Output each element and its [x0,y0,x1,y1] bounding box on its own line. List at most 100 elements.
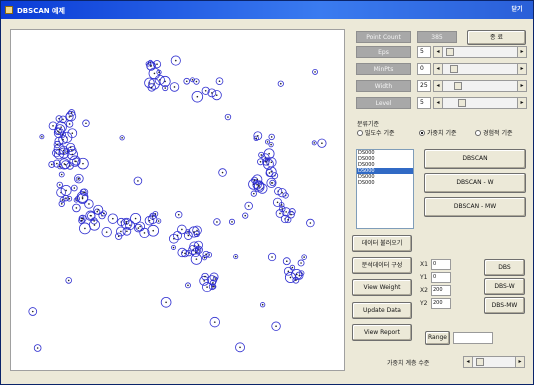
point-dot [281,191,283,194]
weight-level-slider[interactable]: ◂ ▸ [463,356,525,368]
view-report-button[interactable]: View Report [352,324,412,341]
param-label-3: Level [356,97,411,109]
range-input[interactable] [453,332,493,344]
y1-input[interactable]: 0 [431,272,451,283]
slider-right-arrow-icon[interactable]: ▸ [517,64,526,74]
point-dot [81,196,84,198]
point-dot [59,165,61,168]
radio-density[interactable]: 밀도수 기준 [357,128,395,137]
exit-button[interactable]: 종 료 [467,30,526,45]
param-label-0: Eps [356,46,411,58]
point-dot [137,227,140,229]
point-dot [69,165,71,167]
point-dot [214,278,217,280]
point-dot [62,118,64,121]
param-label-2: Width [356,80,411,92]
point-dot [154,213,157,215]
point-dot [300,262,302,264]
dbs-mw-button[interactable]: DBS-MW [484,297,525,314]
point-dot [258,186,260,188]
point-dot [80,219,83,222]
x1-input[interactable]: 0 [431,259,451,270]
slider-right-arrow-icon[interactable]: ▸ [517,47,526,57]
slider-left-arrow-icon[interactable]: ◂ [464,357,473,367]
point-dot [68,116,71,118]
slider-left-arrow-icon[interactable]: ◂ [434,64,443,74]
dbs-w-button[interactable]: DBS-W [484,278,525,295]
slider-thumb[interactable] [458,99,466,107]
point-dot [58,132,60,134]
point-dot [260,154,263,156]
slider-left-arrow-icon[interactable]: ◂ [434,98,443,108]
point-dot [121,137,123,139]
point-dot [139,225,141,228]
radio-empirical[interactable]: 경험적 기준 [475,128,513,137]
dbs-button[interactable]: DBS [484,259,525,276]
point-dot [90,214,92,217]
param-slider-3[interactable]: ◂ ▸ [433,97,527,109]
point-dot [117,235,120,238]
point-dot [81,217,84,220]
slider-left-arrow-icon[interactable]: ◂ [434,81,443,91]
slider-right-arrow-icon[interactable]: ▸ [517,98,526,108]
param-slider-1[interactable]: ◂ ▸ [433,63,527,75]
y2-label: Y2 [420,300,428,307]
point-dot [68,123,71,125]
dbscan-button[interactable]: DBSCAN [424,149,526,169]
point-dot [196,95,199,98]
scatter-plot[interactable] [10,29,345,371]
slider-thumb[interactable] [476,358,484,366]
slider-thumb[interactable] [454,82,462,90]
point-dot [84,227,86,230]
point-dot [172,246,175,249]
point-dot [247,205,250,207]
point-dot [303,256,305,258]
slider-right-arrow-icon[interactable]: ▸ [517,81,526,91]
range-button[interactable]: Range [425,331,450,345]
criteria-group-label: 분류기준 [357,121,380,128]
point-dot [187,284,189,287]
point-dot [70,112,73,114]
point-dot [216,221,218,223]
close-button[interactable]: 닫기 [505,4,529,16]
point-dot [275,325,277,327]
point-dot [75,207,78,209]
update-data-button[interactable]: Update Data [352,302,412,319]
point-dot [71,132,74,134]
point-dot [93,220,95,222]
dbscan-w-button[interactable]: DBSCAN - W [424,173,526,193]
point-dot [221,171,224,174]
load-data-button[interactable]: 데이터 불러오기 [352,235,412,252]
point-dot [103,212,105,215]
point-dot [96,210,99,213]
view-weight-button[interactable]: View Weight [352,279,412,296]
point-dot [31,310,34,313]
param-value-2: 25 [417,80,431,92]
point-dot [270,136,273,138]
slider-thumb[interactable] [446,48,454,56]
point-dot [279,212,281,215]
dbscan-mw-button[interactable]: DBSCAN - MW [424,197,526,217]
slider-left-arrow-icon[interactable]: ◂ [434,47,443,57]
point-dot [112,217,114,220]
x2-input[interactable]: 200 [431,285,451,296]
point-dot [164,87,167,89]
list-item[interactable]: DS000 [357,180,413,186]
point-dot [74,160,76,162]
point-dot [41,135,43,138]
y2-input[interactable]: 200 [431,298,451,309]
point-dot [266,141,269,143]
param-slider-2[interactable]: ◂ ▸ [433,80,527,92]
point-dot [227,116,229,118]
build-data-button[interactable]: 분석데이터 구성 [352,257,412,274]
x2-label: X2 [420,287,428,294]
slider-thumb[interactable] [450,65,458,73]
radio-weight[interactable]: 가중치 기준 [419,128,457,137]
point-dot [60,126,62,128]
param-slider-0[interactable]: ◂ ▸ [433,46,527,58]
point-dot [289,276,292,279]
slider-right-arrow-icon[interactable]: ▸ [515,357,524,367]
point-dot [211,92,213,94]
point-dot [137,180,139,182]
dataset-list[interactable]: DS000 DS000 DS000 DS000 DS000 DS000 [356,149,414,229]
